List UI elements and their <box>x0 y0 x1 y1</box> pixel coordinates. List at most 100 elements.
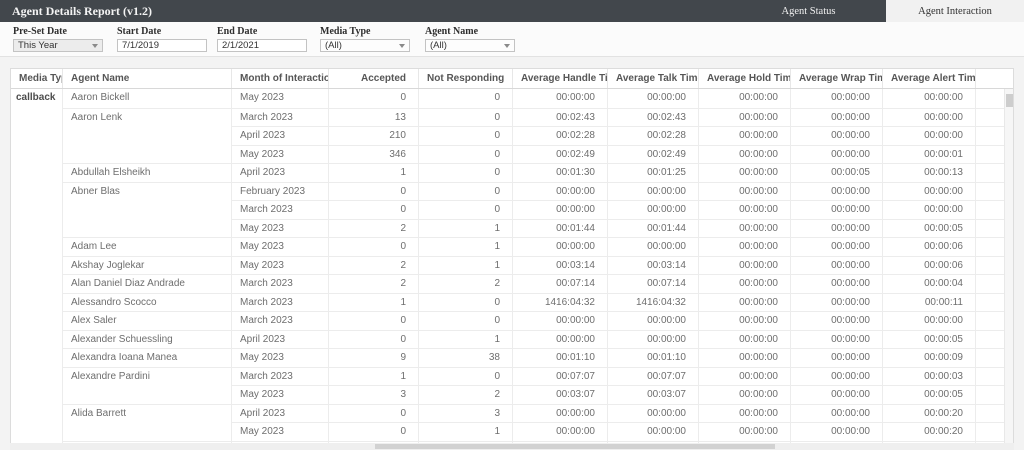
cell-avg-talk-time: 00:01:44 <box>608 218 699 237</box>
vertical-scrollbar[interactable] <box>1004 89 1013 449</box>
cell-avg-talk-time: 00:02:43 <box>608 107 699 126</box>
cell-agent-name: Adam Lee <box>63 237 232 256</box>
cell-avg-handle-time: 00:01:10 <box>513 348 608 367</box>
column-header-month[interactable]: Month of Interactions <box>232 69 329 88</box>
cell-avg-talk-time: 00:03:07 <box>608 385 699 404</box>
vertical-scrollbar-thumb[interactable] <box>1006 94 1013 107</box>
cell-avg-handle-time: 00:07:07 <box>513 366 608 385</box>
chevron-down-icon <box>504 44 510 48</box>
cell-filler <box>976 366 1004 386</box>
cell-not-responding: 0 <box>419 311 513 330</box>
end-date-input[interactable] <box>217 39 307 52</box>
cell-filler <box>976 403 1004 423</box>
cell-filler <box>976 163 1004 182</box>
cell-avg-handle-time: 00:00:00 <box>513 403 608 422</box>
chevron-down-icon <box>399 44 405 48</box>
cell-media-type <box>11 107 63 126</box>
tab-agent-interaction[interactable]: Agent Interaction <box>886 0 1024 22</box>
cell-avg-talk-time: 00:00:00 <box>608 181 699 200</box>
tab-strip: Agent Status Agent Interaction <box>731 0 1024 22</box>
cell-accepted: 2 <box>329 255 419 274</box>
cell-avg-handle-time: 00:00:00 <box>513 200 608 219</box>
cell-accepted: 346 <box>329 144 419 163</box>
table-row: April 2023 210 0 00:02:28 00:02:28 00:00… <box>11 126 1004 145</box>
cell-agent-name: Alex Saler <box>63 311 232 330</box>
cell-avg-wrap-time: 00:00:00 <box>791 181 883 200</box>
cell-month: May 2023 <box>232 422 329 441</box>
cell-avg-hold-time: 00:00:00 <box>699 181 791 200</box>
cell-not-responding: 0 <box>419 292 513 311</box>
cell-media-type <box>11 163 63 182</box>
agent-details-report-page: Agent Details Report (v1.2) Agent Status… <box>0 0 1024 450</box>
cell-media-type <box>11 274 63 293</box>
cell-avg-wrap-time: 00:00:00 <box>791 422 883 441</box>
table-row: May 2023 3 2 00:03:07 00:03:07 00:00:00 … <box>11 385 1004 404</box>
cell-agent-name: Alan Daniel Diaz Andrade <box>63 274 232 293</box>
cell-agent-name <box>63 218 232 237</box>
horizontal-scrollbar[interactable] <box>10 443 1014 450</box>
cell-avg-alert-time: 00:00:05 <box>883 329 976 348</box>
start-date-input[interactable] <box>117 39 207 52</box>
tab-agent-status[interactable]: Agent Status <box>731 0 886 22</box>
cell-media-type <box>11 348 63 367</box>
column-header-not-responding[interactable]: Not Responding <box>419 69 513 88</box>
cell-avg-talk-time: 00:00:00 <box>608 311 699 330</box>
cell-avg-handle-time: 00:02:49 <box>513 144 608 163</box>
cell-avg-talk-time: 00:03:14 <box>608 255 699 274</box>
cell-avg-wrap-time: 00:00:00 <box>791 218 883 237</box>
agent-name-value: (All) <box>430 40 447 51</box>
cell-accepted: 2 <box>329 274 419 293</box>
cell-filler <box>976 89 1004 108</box>
cell-avg-talk-time: 00:00:00 <box>608 422 699 441</box>
column-header-accepted[interactable]: Accepted <box>329 69 419 88</box>
cell-month: May 2023 <box>232 237 329 256</box>
horizontal-scrollbar-thumb[interactable] <box>375 444 775 449</box>
cell-filler <box>976 311 1004 330</box>
cell-not-responding: 0 <box>419 126 513 145</box>
cell-avg-talk-time: 00:00:00 <box>608 237 699 256</box>
table-row: May 2023 0 1 00:00:00 00:00:00 00:00:00 … <box>11 422 1004 441</box>
agent-name-select[interactable]: (All) <box>425 39 515 52</box>
column-header-avg-handle-time[interactable]: Average Handle Time <box>513 69 608 88</box>
cell-avg-alert-time: 00:00:11 <box>883 292 976 311</box>
cell-agent-name <box>63 200 232 219</box>
cell-agent-name: Aaron Lenk <box>63 107 232 126</box>
cell-avg-alert-time: 00:00:06 <box>883 255 976 274</box>
cell-accepted: 0 <box>329 311 419 330</box>
table-row: Alan Daniel Diaz Andrade March 2023 2 2 … <box>11 274 1004 293</box>
column-header-media-type[interactable]: Media Type <box>11 69 63 88</box>
column-header-agent-name[interactable]: Agent Name <box>63 69 232 88</box>
media-type-select[interactable]: (All) <box>320 39 410 52</box>
filter-end-date: End Date <box>217 26 307 52</box>
table-body: callback Aaron Bickell May 2023 0 0 00:0… <box>11 89 1004 449</box>
cell-avg-talk-time: 00:00:00 <box>608 329 699 348</box>
cell-month: February 2023 <box>232 181 329 200</box>
cell-avg-hold-time: 00:00:00 <box>699 292 791 311</box>
cell-not-responding: 1 <box>419 218 513 237</box>
table-row: Alida Barrett April 2023 0 3 00:00:00 00… <box>11 403 1004 423</box>
cell-accepted: 0 <box>329 329 419 348</box>
cell-avg-alert-time: 00:00:09 <box>883 348 976 367</box>
cell-avg-alert-time: 00:00:13 <box>883 163 976 182</box>
preset-date-select[interactable]: This Year <box>13 39 103 52</box>
cell-avg-wrap-time: 00:00:00 <box>791 200 883 219</box>
column-header-avg-wrap-time[interactable]: Average Wrap Time <box>791 69 883 88</box>
cell-month: April 2023 <box>232 403 329 422</box>
cell-avg-handle-time: 00:00:00 <box>513 311 608 330</box>
cell-avg-handle-time: 00:00:00 <box>513 237 608 256</box>
page-title: Agent Details Report (v1.2) <box>12 3 152 18</box>
column-header-avg-alert-time[interactable]: Average Alert Time <box>883 69 976 88</box>
cell-avg-wrap-time: 00:00:00 <box>791 292 883 311</box>
cell-avg-alert-time: 00:00:00 <box>883 200 976 219</box>
column-header-avg-talk-time[interactable]: Average Talk Time <box>608 69 699 88</box>
cell-avg-handle-time: 00:03:14 <box>513 255 608 274</box>
cell-media-type <box>11 385 63 404</box>
filter-label: Start Date <box>117 26 162 37</box>
table-row: Akshay Joglekar May 2023 2 1 00:03:14 00… <box>11 255 1004 274</box>
cell-avg-alert-time: 00:00:04 <box>883 274 976 293</box>
table-row: Abner Blas February 2023 0 0 00:00:00 00… <box>11 181 1004 200</box>
table-row: Adam Lee May 2023 0 1 00:00:00 00:00:00 … <box>11 237 1004 256</box>
cell-accepted: 1 <box>329 366 419 385</box>
column-header-avg-hold-time[interactable]: Average Hold Time <box>699 69 791 88</box>
cell-avg-wrap-time: 00:00:00 <box>791 255 883 274</box>
